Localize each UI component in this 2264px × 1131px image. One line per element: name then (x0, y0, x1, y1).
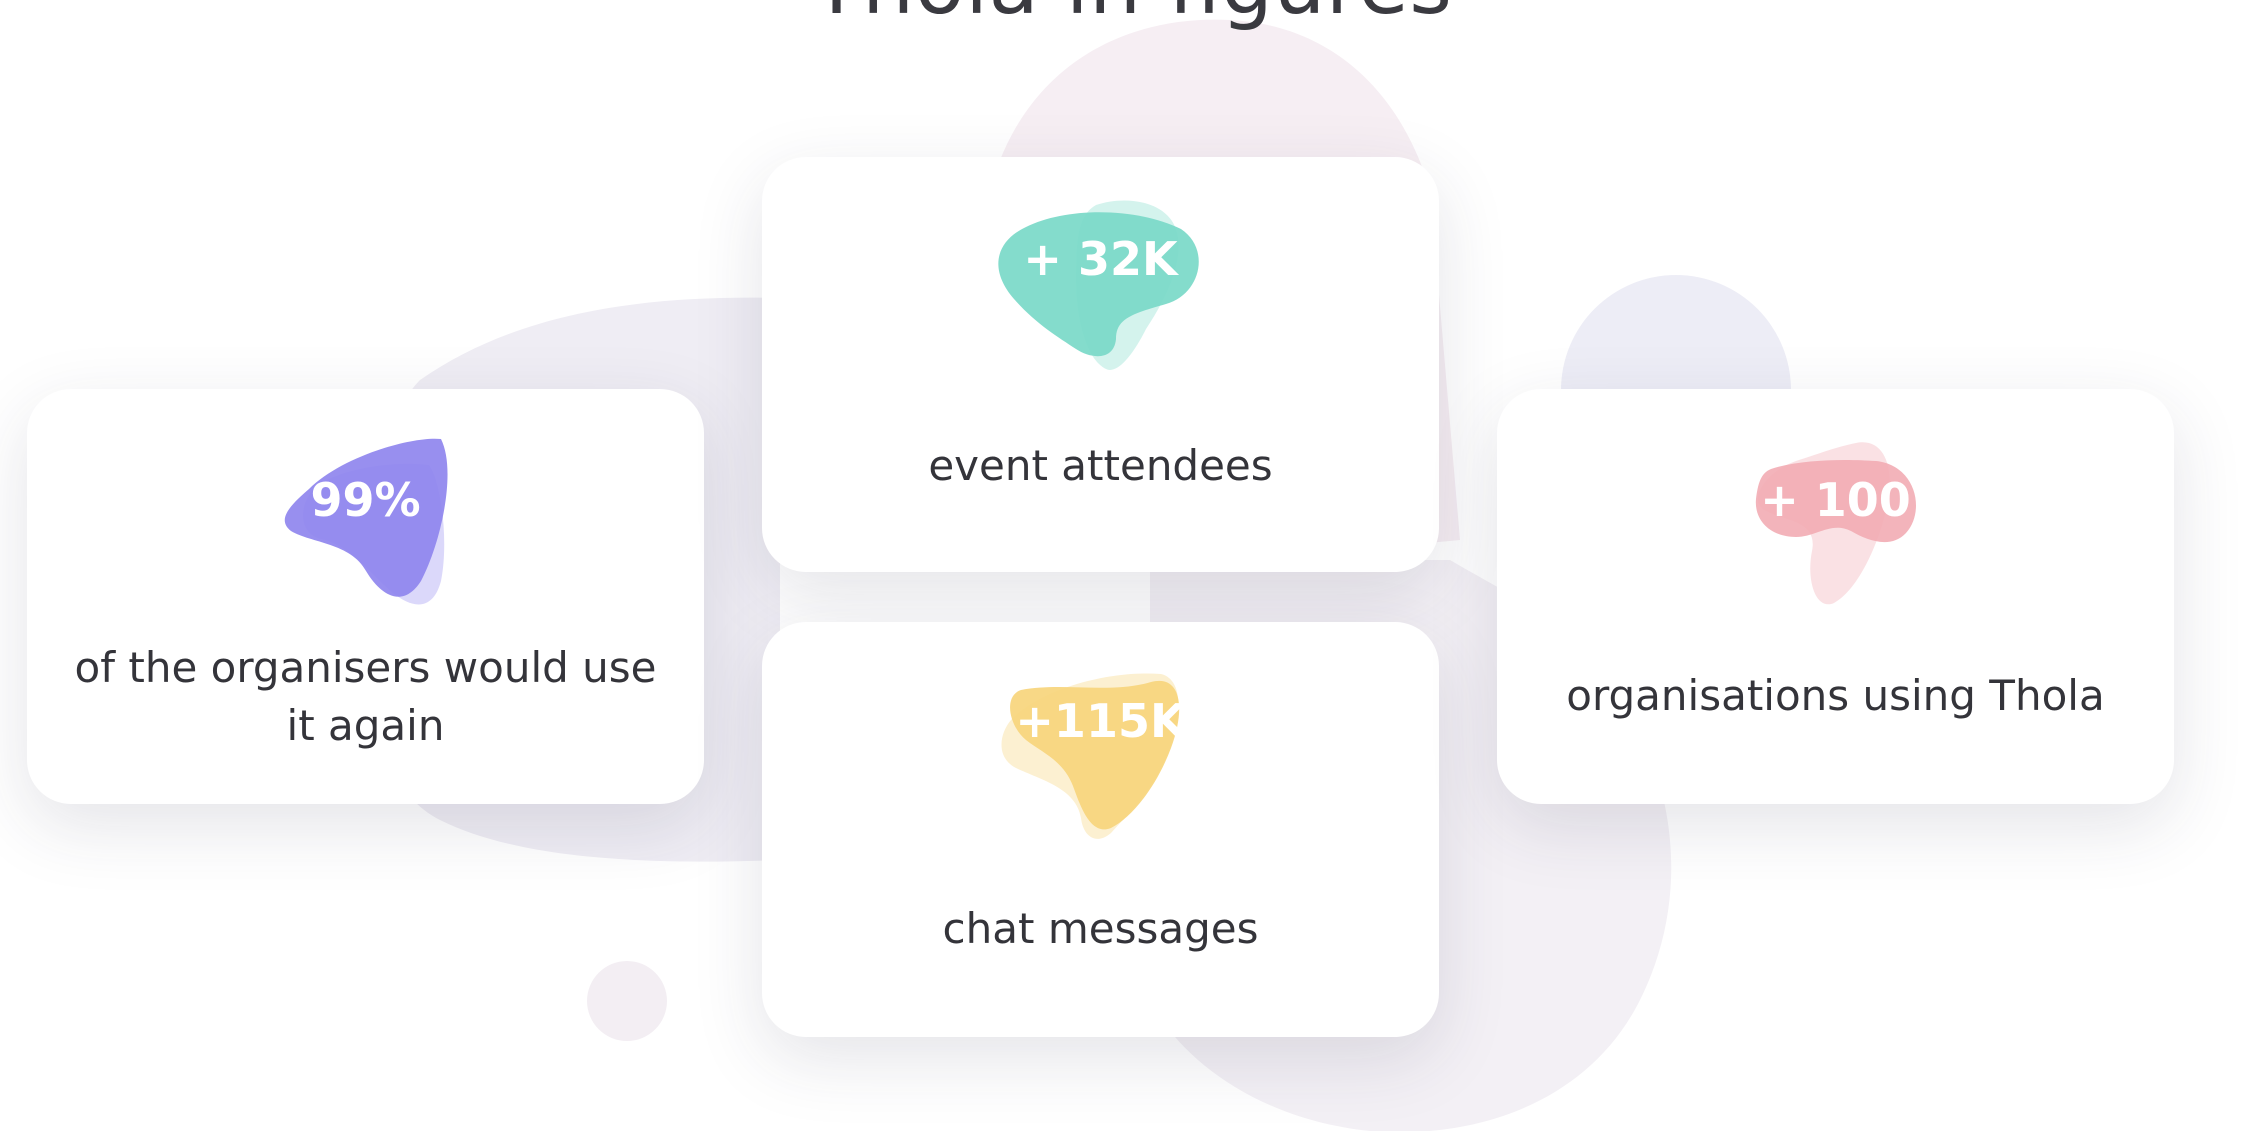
stat-label-satisfaction: of the organisers would use it again (74, 643, 657, 750)
stat-label-messages: chat messages (942, 904, 1259, 953)
stat-blob-attendees: + 32K (996, 199, 1206, 379)
stat-value-satisfaction: 99% (310, 473, 421, 527)
stat-blob-satisfaction: 99% (281, 431, 451, 611)
stat-label-attendees: event attendees (928, 441, 1273, 490)
stat-card-organisations: + 100 organisations using Thola (1497, 389, 2174, 804)
stat-card-attendees: + 32K event attendees (762, 157, 1439, 572)
blob-teal-icon (997, 200, 1199, 370)
stat-value-attendees: + 32K (1023, 232, 1178, 286)
stat-value-organisations: + 100 (1760, 473, 1911, 527)
stat-card-messages: +115K chat messages (762, 622, 1439, 1037)
stat-value-messages: +115K (1015, 694, 1186, 748)
stat-blob-messages: +115K (1000, 668, 1201, 848)
stat-label-organisations: organisations using Thola (1566, 671, 2105, 720)
stat-blob-organisations: + 100 (1746, 431, 1926, 611)
stat-card-satisfaction: 99% of the organisers would use it again (27, 389, 704, 804)
section-title: Thola in figures (0, 0, 2264, 33)
background-circle-small (587, 961, 667, 1041)
